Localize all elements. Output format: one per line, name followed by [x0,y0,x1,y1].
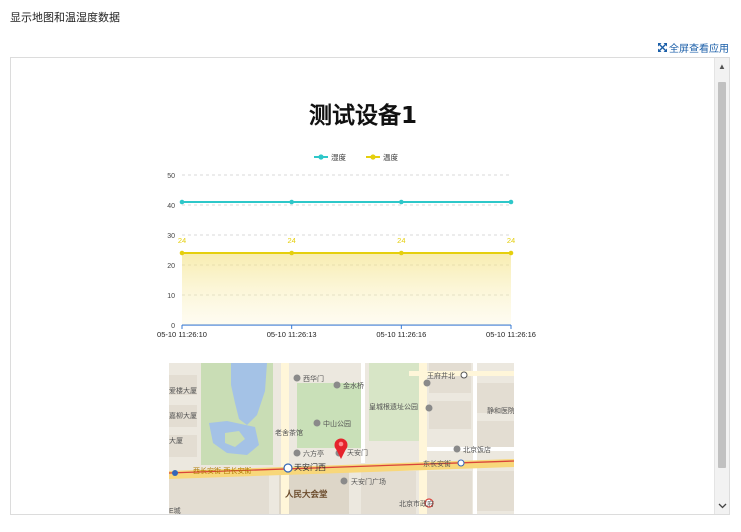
map-label: 爱楼大厦 [169,386,197,395]
map-label: 北京饭店 [463,445,491,454]
data-point [508,250,514,256]
map-road-north [361,363,365,463]
data-point [289,199,294,205]
data-point [399,199,404,205]
map-poi-icon [340,477,348,485]
y-tick-label: 30 [167,233,175,240]
expand-icon [658,43,667,52]
map-label: 大厦 [169,436,183,445]
map-label: 老舍茶馆 [275,428,303,437]
fullscreen-link[interactable]: 全屏查看应用 [658,40,729,55]
scroll-up-button[interactable]: ▲ [715,58,729,74]
line-chart: 0 10 20 30 40 50 05-10 11:26:10 05-10 11:26:13 0… [157,152,536,339]
y-tick-label: 0 [171,323,175,330]
map-block [477,471,514,511]
map-label: 静和医院 [487,406,514,415]
page-title: 显示地图和温湿度数据 [10,12,120,24]
y-tick-label: 10 [167,293,175,300]
map-label: 天安门广场 [351,477,386,486]
data-label: 24 [287,236,295,245]
map-poi-icon [293,449,301,457]
map-label-station: 天安门西 [294,462,326,472]
map-label-landmark: 人民大会堂 [285,489,328,499]
scroll-down-button[interactable] [715,498,729,514]
data-point [179,250,185,256]
y-tick-label: 40 [167,203,175,210]
map-subway-station-west [172,470,178,476]
chevron-down-icon [718,502,727,511]
data-label: 24 [178,236,186,245]
map-road-vertical-far [473,363,477,514]
map-poi-icon [313,419,321,427]
map-label: 王府井北 [427,371,455,380]
map-metro-wangfujing [460,371,468,379]
map-label: 六方亭 [303,449,324,458]
vertical-scrollbar[interactable]: ▲ [714,58,729,514]
map-label: 金水桥 [343,381,364,390]
scroll-thumb[interactable] [718,82,726,468]
legend-swatch-dot [370,154,376,160]
fullscreen-label: 全屏查看应用 [669,44,729,55]
map-poi-icon [453,445,461,453]
map-label: 北京市政府 [399,499,434,508]
map-label: 东长安街 [423,459,451,468]
data-point [289,250,294,256]
map-subway-station [283,463,293,473]
app-panel: 测试设备1 0 10 20 30 40 50 05-10 11:26:10 05-10 11:… [10,57,730,515]
x-tick-label: 05-10 11:26:10 [157,330,207,339]
map-poi-icon [425,404,433,412]
map-label: 皇城根遗址公园 [369,402,418,411]
series-area [182,253,511,325]
device-title: 测试设备1 [308,103,417,129]
map-poi-icon [423,379,431,387]
legend-swatch-dot [318,154,324,160]
map[interactable]: 西华门 金水桥 王府井北 皇城根遗址公园 中山公园 老舍茶馆 静和医院 天安门 … [169,363,514,514]
map-label-road: 西长安街-西长安街 [193,466,251,475]
y-tick-label: 50 [167,173,175,180]
map-park-zhongshan [297,383,361,448]
data-point [508,199,514,205]
x-tick-label: 05-10 11:26:16 [486,330,536,339]
map-poi-icon [333,381,341,389]
data-point [399,250,404,256]
map-block [169,475,269,514]
map-label: 天安门 [347,448,368,457]
data-label: 24 [397,236,405,245]
x-tick-label: 05-10 11:26:16 [376,330,426,339]
x-tick-label: 05-10 11:26:13 [267,330,317,339]
map-label: 西华门 [303,374,324,383]
legend-label: 温度 [383,152,398,162]
panel-content: 测试设备1 0 10 20 30 40 50 05-10 11:26:10 05-10 11:… [11,58,715,514]
map-label: E城 [169,507,181,514]
map-subway-station-east [457,459,465,467]
legend-label: 湿度 [331,152,346,162]
map-poi-icon [293,374,301,382]
data-label: 24 [507,236,515,245]
caret-up-icon: ▲ [718,61,726,71]
map-label: 嘉柳大厦 [169,411,197,420]
map-label: 中山公园 [323,419,351,428]
map-block [429,401,471,429]
y-tick-label: 20 [167,263,175,270]
data-point [179,199,185,205]
